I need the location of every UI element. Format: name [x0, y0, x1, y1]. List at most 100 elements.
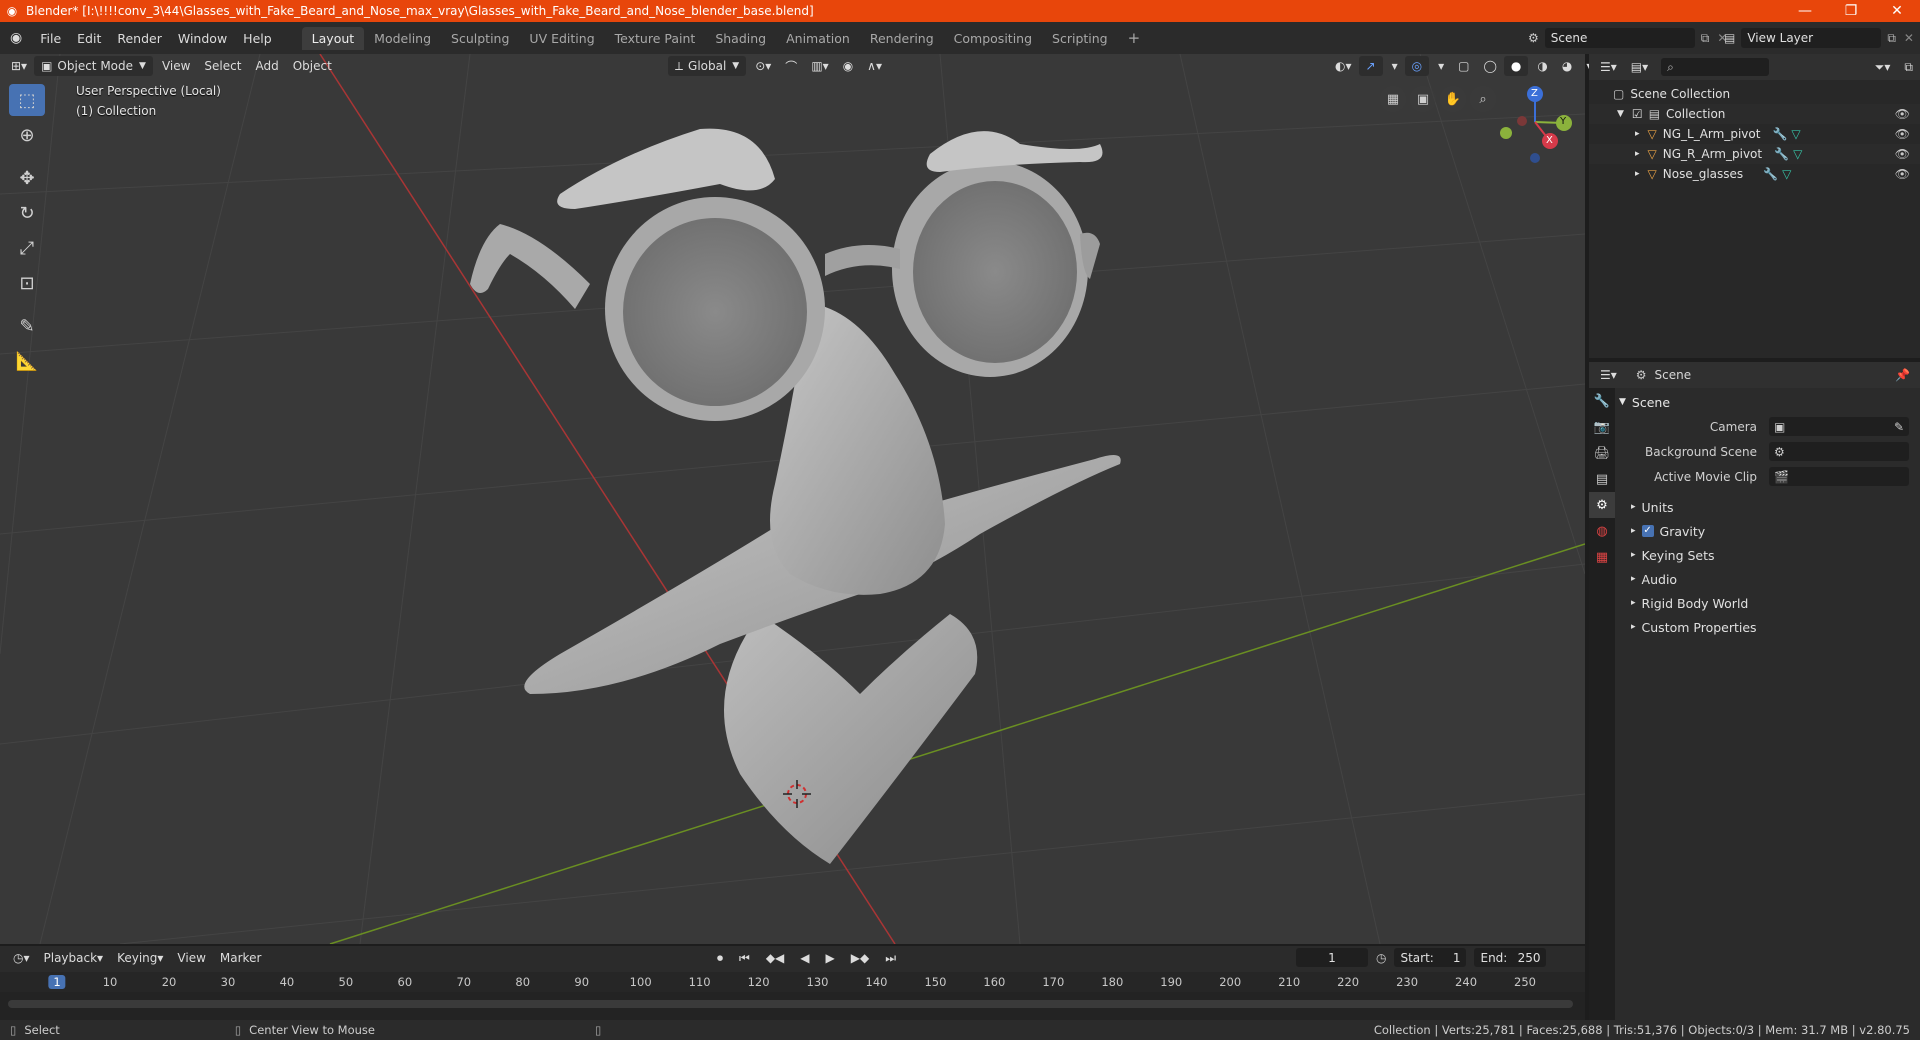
collapse-arrow-icon[interactable]: ▼ [1617, 109, 1624, 119]
expand-arrow-icon[interactable]: ▸ [1635, 129, 1640, 139]
outliner-item-ng-r-arm-pivot[interactable]: ▸ ▽ NG_R_Arm_pivot 🔧 ▽ 👁 [1589, 144, 1920, 164]
gizmo-y-label[interactable]: Y [1560, 116, 1566, 127]
tab-scene-icon[interactable]: ⚙ [1589, 492, 1615, 518]
jump-end-icon[interactable]: ⏭ [878, 948, 903, 968]
proportional-edit-icon[interactable]: ◉ [836, 56, 860, 76]
transform-orientation-dropdown[interactable]: ⟂ Global ▼ [668, 56, 747, 76]
timeline-menu-marker[interactable]: Marker [213, 948, 268, 968]
jump-start-icon[interactable]: ⏮ [732, 948, 757, 968]
prev-keyframe-icon[interactable]: ◆◀ [759, 948, 791, 968]
tab-layout[interactable]: Layout [301, 26, 365, 50]
menu-help[interactable]: Help [235, 31, 280, 46]
annotate-tool-icon[interactable]: ✎ [9, 310, 45, 342]
start-frame-field[interactable]: Start: 1 [1394, 948, 1467, 967]
outliner-search-input[interactable]: ⌕ [1661, 58, 1770, 76]
play-icon[interactable]: ▶ [819, 948, 842, 968]
eye-icon[interactable]: 👁 [1895, 127, 1910, 141]
outliner-collection[interactable]: ▼ ☑ ▤ Collection 👁 [1589, 104, 1920, 124]
current-frame-marker[interactable]: 1 [48, 975, 66, 989]
tab-rendering[interactable]: Rendering [860, 27, 944, 50]
gizmo-toggle-icon[interactable]: ↗ [1358, 56, 1383, 76]
new-scene-icon[interactable]: ⧉ [1701, 31, 1710, 46]
camera-field[interactable]: ▣ ✎ [1769, 417, 1909, 436]
menu-render[interactable]: Render [109, 31, 170, 46]
modifier-wrench-icon[interactable]: 🔧 [1774, 147, 1789, 161]
tab-world-icon[interactable]: ◍ [1589, 518, 1615, 544]
rigid-body-world-panel[interactable]: ▸ Rigid Body World [1619, 591, 1919, 615]
viewport-menu-object[interactable]: Object [286, 56, 339, 76]
background-scene-field[interactable]: ⚙ [1769, 442, 1909, 461]
tab-texture-paint[interactable]: Texture Paint [605, 27, 706, 50]
clock-icon[interactable]: ◷ [1376, 951, 1386, 965]
view-layer-selector[interactable]: View Layer [1741, 28, 1882, 48]
units-panel[interactable]: ▸ Units [1619, 495, 1919, 519]
modifier-wrench-icon[interactable]: 🔧 [1763, 167, 1778, 181]
pivot-point-icon[interactable]: ⊙▾ [748, 56, 778, 76]
tab-texture-icon[interactable]: ▦ [1589, 544, 1615, 570]
select-box-tool-icon[interactable]: ⬚ [9, 84, 45, 116]
outliner-item-ng-l-arm-pivot[interactable]: ▸ ▽ NG_L_Arm_pivot 🔧 ▽ 👁 [1589, 124, 1920, 144]
close-button[interactable]: ✕ [1874, 0, 1920, 22]
transform-tool-icon[interactable]: ⊡ [9, 267, 45, 299]
cursor-tool-icon[interactable]: ⊕ [9, 119, 45, 151]
tab-shading[interactable]: Shading [705, 27, 776, 50]
shading-material-icon[interactable]: ◑ [1530, 56, 1554, 76]
snap-target-icon[interactable]: ▥▾ [804, 56, 835, 76]
minimize-button[interactable]: — [1782, 0, 1828, 22]
keying-sets-panel[interactable]: ▸ Keying Sets [1619, 543, 1919, 567]
pan-hand-icon[interactable]: ✋ [1440, 86, 1466, 112]
delete-view-layer-icon[interactable]: ✕ [1904, 31, 1914, 45]
tab-compositing[interactable]: Compositing [944, 27, 1042, 50]
tab-tool-icon[interactable]: 🔧 [1589, 388, 1615, 414]
end-frame-field[interactable]: End: 250 [1474, 948, 1547, 967]
audio-panel[interactable]: ▸ Audio [1619, 567, 1919, 591]
modifier-wrench-icon[interactable]: 🔧 [1772, 127, 1787, 141]
shading-rendered-icon[interactable]: ◕ [1555, 56, 1579, 76]
timeline-ruler[interactable]: 1 10 20 30 40 50 60 70 80 90 100 110 120 130 140 150 160… [0, 972, 1585, 992]
toggle-ortho-icon[interactable]: ▦ [1380, 86, 1406, 112]
tab-render-icon[interactable]: 📷 [1589, 414, 1615, 440]
gizmo-x-label[interactable]: X [1546, 135, 1553, 146]
blender-menu-icon[interactable]: ◉ [0, 30, 32, 46]
gravity-panel[interactable]: ▸ ✓ Gravity [1619, 519, 1919, 543]
gizmo-dropdown-icon[interactable]: ▾ [1385, 56, 1405, 76]
custom-properties-panel[interactable]: ▸ Custom Properties [1619, 615, 1919, 639]
scene-icon[interactable]: ⚙ [1528, 31, 1539, 45]
scene-panel-header[interactable]: ▼ Scene [1619, 390, 1919, 414]
overlay-dropdown-icon[interactable]: ▾ [1431, 56, 1451, 76]
mesh-data-icon[interactable]: ▽ [1793, 147, 1802, 161]
maximize-button[interactable]: ❐ [1828, 0, 1874, 22]
outliner-editor-type-icon[interactable]: ☰▾ [1593, 57, 1624, 77]
scene-selector[interactable]: Scene [1544, 28, 1695, 48]
timeline-scrollbar[interactable] [8, 1000, 1573, 1008]
editor-type-icon[interactable]: ⊞▾ [4, 56, 34, 76]
eye-icon[interactable]: 👁 [1895, 167, 1910, 181]
timeline-menu-view[interactable]: View [170, 948, 212, 968]
timeline-track-area[interactable] [0, 992, 1585, 1020]
mesh-data-icon[interactable]: ▽ [1782, 167, 1791, 181]
record-icon[interactable]: ⏺ [710, 948, 730, 968]
timeline-menu-keying[interactable]: Keying ▾ [110, 948, 170, 968]
scale-tool-icon[interactable]: ⤢ [9, 232, 45, 264]
next-keyframe-icon[interactable]: ▶◆ [844, 948, 876, 968]
tab-uv-editing[interactable]: UV Editing [519, 27, 604, 50]
active-movie-clip-field[interactable]: 🎬 [1769, 467, 1909, 486]
add-workspace-button[interactable]: + [1118, 25, 1151, 51]
shading-wireframe-icon[interactable]: ◯ [1476, 56, 1503, 76]
tab-output-icon[interactable]: 🖨 [1589, 440, 1615, 466]
menu-file[interactable]: File [32, 31, 69, 46]
eye-icon[interactable]: 👁 [1895, 107, 1910, 121]
outliner-item-nose-glasses[interactable]: ▸ ▽ Nose_glasses 🔧 ▽ 👁 [1589, 164, 1920, 184]
timeline-menu-playback[interactable]: Playback ▾ [37, 948, 111, 968]
expand-arrow-icon[interactable]: ▸ [1635, 169, 1640, 179]
gravity-checkbox[interactable]: ✓ [1641, 525, 1654, 537]
eyedropper-icon[interactable]: ✎ [1894, 420, 1904, 434]
new-view-layer-icon[interactable]: ⧉ [1887, 31, 1896, 46]
timeline-editor-type-icon[interactable]: ◷▾ [6, 948, 37, 968]
rotate-tool-icon[interactable]: ↻ [9, 197, 45, 229]
viewport-menu-view[interactable]: View [155, 56, 197, 76]
measure-tool-icon[interactable]: 📐 [9, 345, 45, 377]
properties-editor-type-icon[interactable]: ☰▾ [1593, 365, 1624, 385]
collection-checkbox[interactable]: ☑ [1632, 107, 1643, 121]
tab-animation[interactable]: Animation [776, 27, 860, 50]
